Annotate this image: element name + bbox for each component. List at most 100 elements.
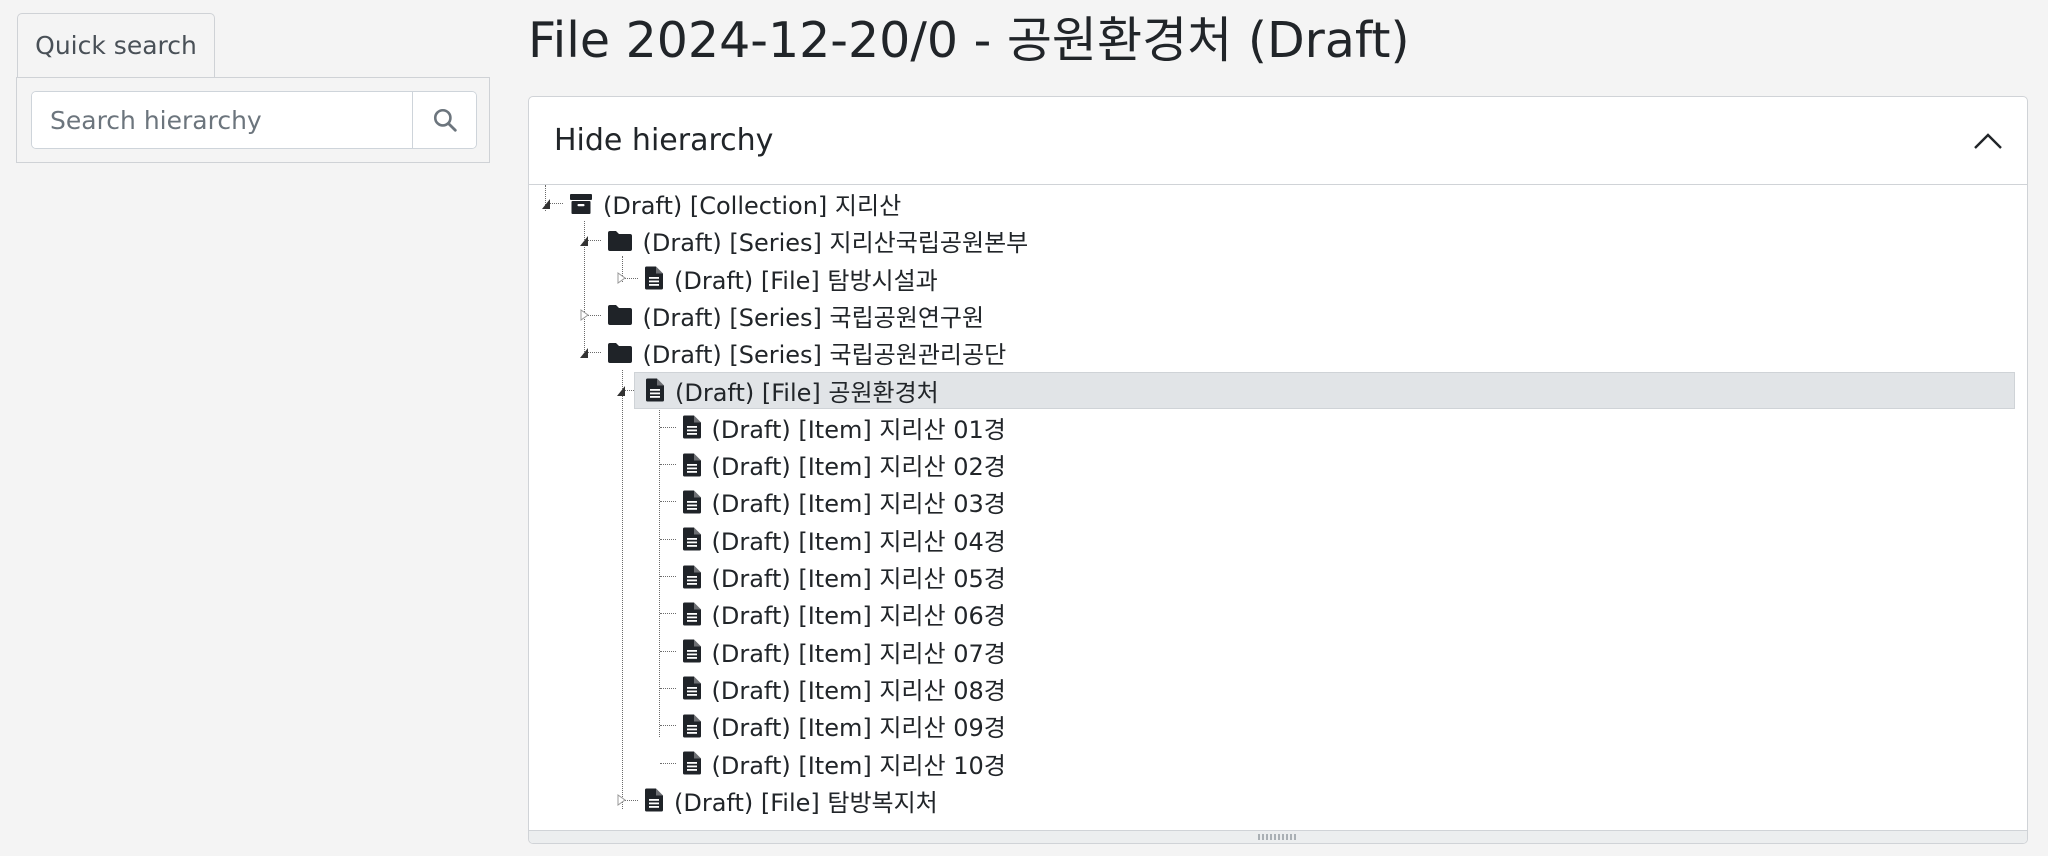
tree-node-label: (Draft) [Item] 지리산 10경 <box>711 751 1006 780</box>
hierarchy-panel: Hide hierarchy (Draft) [Collection] 지리산(… <box>528 96 2028 844</box>
tree-node: (Draft) [Series] 지리산국립공원본부 <box>529 222 2027 259</box>
tree-node-row[interactable]: (Draft) [Item] 지리산 10경 <box>682 745 1006 782</box>
tree-node-row[interactable]: (Draft) [Series] 국립공원연구원 <box>607 297 985 334</box>
chevron-up-icon <box>1974 132 2002 149</box>
tree-node: (Draft) [Item] 지리산 09경 <box>529 707 2027 744</box>
document-icon <box>682 527 702 551</box>
tree-node-row[interactable]: (Draft) [Item] 지리산 09경 <box>682 707 1006 744</box>
tree-node-label: (Draft) [Item] 지리산 08경 <box>711 676 1006 705</box>
tree-node: (Draft) [Item] 지리산 02경 <box>529 446 2027 483</box>
tree-node: (Draft) [Item] 지리산 10경 <box>529 745 2027 782</box>
tree-connector-line <box>659 501 676 503</box>
document-icon <box>682 714 702 738</box>
tree-node-row[interactable]: (Draft) [Item] 지리산 08경 <box>682 670 1006 707</box>
tree-node-row[interactable]: (Draft) [Item] 지리산 05경 <box>682 558 1006 595</box>
tree-node-label: (Draft) [File] 탐방복지처 <box>674 788 938 817</box>
document-icon <box>682 453 702 477</box>
tree-node: (Draft) [Series] 국립공원관리공단 <box>529 334 2027 371</box>
tree-node-label: (Draft) [Item] 지리산 09경 <box>711 714 1006 743</box>
folder-icon <box>607 304 633 326</box>
tree-connector-line <box>659 464 676 466</box>
hide-hierarchy-toggle[interactable]: Hide hierarchy <box>529 97 2027 185</box>
tree-node: (Draft) [File] 공원환경처 <box>529 371 2027 409</box>
tree-node-row[interactable]: (Draft) [Series] 국립공원관리공단 <box>607 334 1007 371</box>
tree-node-row[interactable]: (Draft) [Item] 지리산 02경 <box>682 446 1006 483</box>
document-icon <box>682 602 702 626</box>
document-icon <box>645 378 665 402</box>
tree-node-label: (Draft) [Series] 국립공원관리공단 <box>642 341 1007 370</box>
document-icon <box>682 565 702 589</box>
tree-node-row[interactable]: (Draft) [Item] 지리산 06경 <box>682 595 1006 632</box>
tree-node-row[interactable]: (Draft) [Series] 지리산국립공원본부 <box>607 222 1029 259</box>
tree-node: (Draft) [File] 탐방복지처 <box>529 782 2027 819</box>
quick-search-tab-label: Quick search <box>35 31 197 60</box>
resize-grip-icon <box>1258 834 1298 840</box>
tree-node-row[interactable]: (Draft) [Item] 지리산 07경 <box>682 633 1006 670</box>
tree-node-label: (Draft) [Item] 지리산 04경 <box>711 527 1006 556</box>
document-icon <box>682 639 702 663</box>
archive-box-icon <box>569 193 593 215</box>
tree-collapse-toggle-icon[interactable] <box>616 383 626 397</box>
tree-node-row[interactable]: (Draft) [File] 공원환경처 <box>634 371 2015 409</box>
tree-node: (Draft) [Collection] 지리산 <box>529 185 2027 222</box>
tree-connector-line <box>659 762 676 764</box>
tree-collapse-toggle-icon[interactable] <box>541 196 551 210</box>
tree-node: (Draft) [File] 탐방시설과 <box>529 260 2027 297</box>
tree-collapse-toggle-icon[interactable] <box>579 233 589 247</box>
quick-search-panel <box>16 77 490 163</box>
tree-node: (Draft) [Item] 지리산 07경 <box>529 633 2027 670</box>
tree-expand-toggle-icon[interactable] <box>579 308 589 322</box>
tree-collapse-toggle-icon[interactable] <box>579 345 589 359</box>
document-icon <box>682 415 702 439</box>
search-button[interactable] <box>412 92 476 148</box>
tree-node-row[interactable]: (Draft) [File] 탐방복지처 <box>644 782 938 819</box>
tree-expand-toggle-icon[interactable] <box>616 793 626 807</box>
document-icon <box>682 676 702 700</box>
hide-hierarchy-label: Hide hierarchy <box>554 123 774 158</box>
tree-node-label: (Draft) [Item] 지리산 02경 <box>711 453 1006 482</box>
tree-node-label: (Draft) [Item] 지리산 03경 <box>711 490 1006 519</box>
tree-node-row[interactable]: (Draft) [File] 탐방시설과 <box>644 260 938 297</box>
tree-node-label: (Draft) [Item] 지리산 01경 <box>711 415 1006 444</box>
hierarchy-tree: (Draft) [Collection] 지리산 (Draft) [Series]… <box>529 185 2027 830</box>
tree-connector-line <box>659 613 676 615</box>
page-title: File 2024-12-20/0 - 공원환경처 (Draft) <box>528 12 1410 69</box>
document-icon <box>644 788 664 812</box>
tree-node-label: (Draft) [Collection] 지리산 <box>603 192 902 220</box>
tree-node-label: (Draft) [Series] 국립공원연구원 <box>642 303 985 332</box>
tree-expand-toggle-icon[interactable] <box>616 271 626 285</box>
tree-connector-line <box>659 426 676 428</box>
hierarchy-resize-handle[interactable] <box>529 830 2027 843</box>
tree-connector-line <box>659 538 676 540</box>
document-icon <box>682 751 702 775</box>
tree-node-row[interactable]: (Draft) [Item] 지리산 03경 <box>682 483 1006 520</box>
folder-icon <box>607 230 633 252</box>
tree-node-label: (Draft) [Item] 지리산 07경 <box>711 639 1006 668</box>
tree-node-label: (Draft) [Series] 지리산국립공원본부 <box>642 229 1029 258</box>
tree-node-row[interactable]: (Draft) [Collection] 지리산 <box>569 185 901 222</box>
tree-node-label: (Draft) [Item] 지리산 05경 <box>711 565 1006 593</box>
tree-node-row[interactable]: (Draft) [Item] 지리산 01경 <box>682 409 1006 446</box>
tree-node-label: (Draft) [File] 탐방시설과 <box>674 266 938 295</box>
tree-node: (Draft) [Item] 지리산 05경 <box>529 558 2027 595</box>
tree-node: (Draft) [Item] 지리산 03경 <box>529 483 2027 520</box>
document-icon <box>682 490 702 514</box>
tree-node: (Draft) [Item] 지리산 06경 <box>529 595 2027 632</box>
tree-connector-line <box>659 650 676 652</box>
quick-search-tab[interactable]: Quick search <box>17 13 215 77</box>
tree-node: (Draft) [Series] 국립공원연구원 <box>529 297 2027 334</box>
tree-connector-line <box>659 576 676 577</box>
tree-node-label: (Draft) [Item] 지리산 06경 <box>711 602 1006 631</box>
folder-icon <box>607 342 633 364</box>
tree-node: (Draft) [Item] 지리산 01경 <box>529 409 2027 446</box>
tree-node-label: (Draft) [File] 공원환경처 <box>675 378 939 407</box>
tree-node-row[interactable]: (Draft) [Item] 지리산 04경 <box>682 521 1006 558</box>
search-input-group <box>31 91 477 149</box>
tree-connector-line <box>659 687 676 689</box>
document-icon <box>644 266 664 290</box>
search-hierarchy-input[interactable] <box>32 92 412 148</box>
tree-node: (Draft) [Item] 지리산 08경 <box>529 670 2027 707</box>
tree-node: (Draft) [Item] 지리산 04경 <box>529 521 2027 558</box>
tree-connector-line <box>659 725 676 727</box>
search-icon <box>433 108 457 132</box>
